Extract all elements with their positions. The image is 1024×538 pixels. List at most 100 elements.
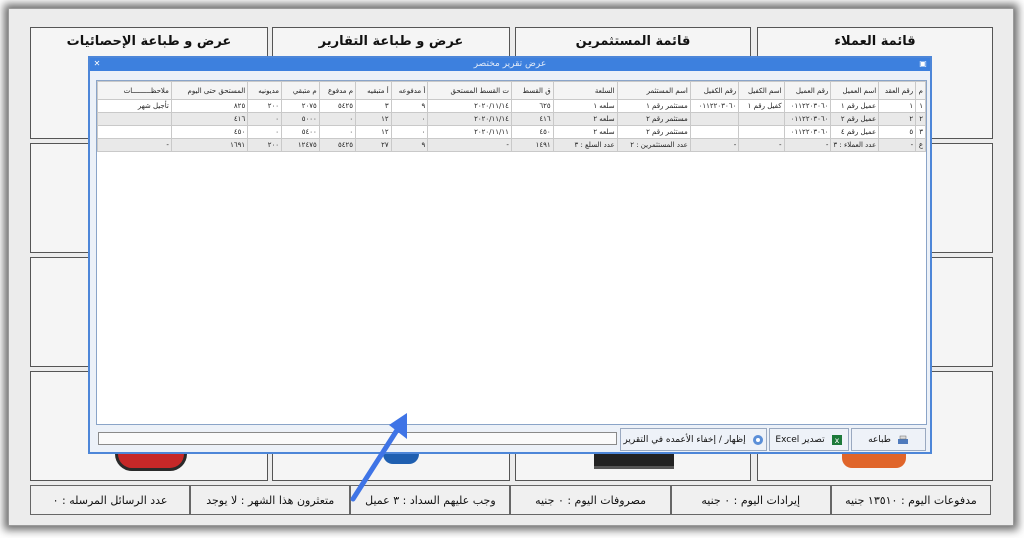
- table-cell: ١٢: [355, 112, 392, 126]
- svg-text:x: x: [834, 436, 839, 445]
- reports-card-title: عرض و طباعة التقارير: [318, 34, 464, 49]
- report-dialog: عرض تقرير مختصر ▣ ✕ م رقم العقد اسم العميل…: [88, 56, 932, 454]
- table-cell: ٦٢٥: [510, 99, 554, 113]
- column-header[interactable]: ق القسط: [510, 81, 554, 100]
- table-cell: ٩: [390, 138, 429, 152]
- table-cell: ٩: [390, 99, 429, 113]
- table-cell: ٥٠٠٠: [281, 112, 320, 126]
- table-cell: ٠: [247, 112, 283, 126]
- table-cell: ١: [915, 99, 926, 113]
- table-cell: -: [427, 138, 512, 152]
- investors-card-title: قائمة المستثمرين: [575, 34, 691, 49]
- table-cell: ٠١١٢٢٠٣٠٦٠: [689, 99, 740, 113]
- column-header[interactable]: اسم المستثمر: [616, 81, 691, 100]
- table-cell: مستثمر رقم ٢: [616, 125, 691, 139]
- statistics-card-title: عرض و طباعة الإحصائيات: [66, 34, 232, 49]
- column-header[interactable]: م مدفوع: [318, 81, 357, 100]
- column-header[interactable]: م: [915, 81, 926, 100]
- print-button[interactable]: طباعه: [851, 428, 926, 451]
- column-header[interactable]: أ متبقيه: [355, 81, 392, 100]
- status-messages: عدد الرسائل المرسله : ٠: [29, 485, 191, 515]
- status-bar: مدفوعات اليوم : ١٣٥١٠ جنيه إيرادات اليوم…: [29, 485, 991, 515]
- print-label: طباعه: [868, 434, 891, 445]
- table-cell: [689, 112, 740, 126]
- column-header[interactable]: ملاحظـــــــــات: [97, 81, 172, 100]
- column-header[interactable]: م متبقي: [281, 81, 320, 100]
- table-cell: -: [738, 138, 785, 152]
- status-payments: مدفوعات اليوم : ١٣٥١٠ جنيه: [830, 485, 991, 515]
- table-cell: ٠١١٢٢٠٣٠٦٠: [783, 99, 832, 113]
- table-row[interactable]: ٢ ٢ عميل رقم ٢ ٠١١٢٢٠٣٠٦٠ مستثمر رقم ٢ سلعه ٢…: [97, 112, 926, 126]
- table-cell: ٤٥٠: [510, 125, 554, 139]
- table-cell: ٠: [318, 125, 357, 139]
- column-header[interactable]: أ مدفوعه: [390, 81, 429, 100]
- table-cell: عدد العملاء : ٣: [830, 138, 880, 152]
- column-header[interactable]: المستحق حتى اليوم: [170, 81, 249, 100]
- table-cell: ٤١٦: [510, 112, 554, 126]
- table-cell: سلعه ٢: [552, 112, 618, 126]
- table-cell: عميل رقم ١: [830, 99, 880, 113]
- column-header[interactable]: ت القسط المستحق: [427, 81, 512, 100]
- table-cell: [97, 112, 172, 126]
- table-cell: ١٢٤٧٥: [281, 138, 320, 152]
- table-cell: ٢٠٠: [247, 99, 283, 113]
- column-header[interactable]: رقم العميل: [783, 81, 832, 100]
- window-icon: ▣: [919, 59, 927, 68]
- table-cell: عدد السلع : ٣: [552, 138, 618, 152]
- close-icon[interactable]: ✕: [92, 59, 102, 69]
- table-cell: ٣: [355, 99, 392, 113]
- table-cell: مستثمر رقم ١: [616, 99, 691, 113]
- column-header[interactable]: مديونيه: [247, 81, 283, 100]
- table-cell: ٥٤٢٥: [318, 138, 357, 152]
- status-revenues: إيرادات اليوم : ٠ جنيه: [670, 485, 831, 515]
- table-cell: ٢٠٢٠/١١/١٤: [427, 112, 512, 126]
- table-cell: سلعه ١: [552, 99, 618, 113]
- status-expenses: مصروفات اليوم : ٠ جنيه: [510, 485, 671, 515]
- table-cell: ع: [915, 138, 926, 152]
- table-cell: ٥: [878, 125, 917, 139]
- table-cell: ٠: [390, 112, 429, 126]
- table-cell: ٣: [915, 125, 926, 139]
- report-grid[interactable]: م رقم العقد اسم العميل رقم العميل اسم الكفيل…: [96, 80, 927, 425]
- table-cell: ٤١٦: [170, 112, 249, 126]
- export-label: تصدير Excel: [775, 434, 825, 445]
- table-cell: عميل رقم ٢: [830, 112, 880, 126]
- table-cell: [738, 112, 785, 126]
- column-header[interactable]: اسم العميل: [830, 81, 880, 100]
- table-cell: ٢: [915, 112, 926, 126]
- dialog-title-bar: عرض تقرير مختصر ▣ ✕: [90, 58, 930, 71]
- table-cell: ٢٠٢٠/١١/١٤: [427, 99, 512, 113]
- table-cell: ٢٠٧٥: [281, 99, 320, 113]
- table-cell: مستثمر رقم ٢: [616, 112, 691, 126]
- table-row[interactable]: ٣ ٥ عميل رقم ٤ ٠١١٢٢٠٣٠٦٠ مستثمر رقم ٢ سلعه ٢…: [97, 125, 926, 139]
- card-image-orange: [842, 454, 906, 468]
- card-image-red: [115, 454, 187, 471]
- table-cell: -: [689, 138, 740, 152]
- export-excel-button[interactable]: x تصدير Excel: [769, 428, 849, 451]
- table-cell: ٢٠٢٠/١١/١١: [427, 125, 512, 139]
- table-row[interactable]: ١ ١ عميل رقم ١ ٠١١٢٢٠٣٠٦٠ كفيل رقم ١ ٠١١٢٢٠٣٠…: [97, 99, 926, 113]
- table-cell: [738, 125, 785, 139]
- table-cell: كفيل رقم ١: [738, 99, 785, 113]
- table-cell: ٢٠٠: [247, 138, 283, 152]
- table-cell: ٥٤٠٠: [281, 125, 320, 139]
- pointer-arrow: [350, 413, 407, 502]
- table-cell: ١٤٩١: [510, 138, 554, 152]
- toggle-columns-button[interactable]: إظهار / إخفاء الأعمده في التقرير: [620, 428, 767, 451]
- column-header[interactable]: رقم العقد: [878, 81, 917, 100]
- table-cell: عميل رقم ٤: [830, 125, 880, 139]
- columns-label: إظهار / إخفاء الأعمده في التقرير: [623, 434, 746, 445]
- status-defaulters: متعثرون هذا الشهر : لا يوجد: [190, 485, 351, 515]
- summary-row[interactable]: ع - عدد العملاء : ٣- - - عدد المستثمرين : ٢ عد…: [97, 138, 926, 152]
- table-cell: ١: [878, 99, 917, 113]
- table-cell: ٠: [318, 112, 357, 126]
- excel-icon: x: [831, 434, 842, 445]
- columns-icon: [752, 434, 763, 445]
- table-header: م رقم العقد اسم العميل رقم العميل اسم الكفيل…: [97, 81, 926, 100]
- column-header[interactable]: السلعة: [552, 81, 618, 100]
- table-cell: -: [878, 138, 917, 152]
- table-cell: ٨٢٥: [170, 99, 249, 113]
- table-cell: ١٦٩١: [170, 138, 249, 152]
- column-header[interactable]: اسم الكفيل: [738, 81, 785, 100]
- column-header[interactable]: رقم الكفيل: [689, 81, 740, 100]
